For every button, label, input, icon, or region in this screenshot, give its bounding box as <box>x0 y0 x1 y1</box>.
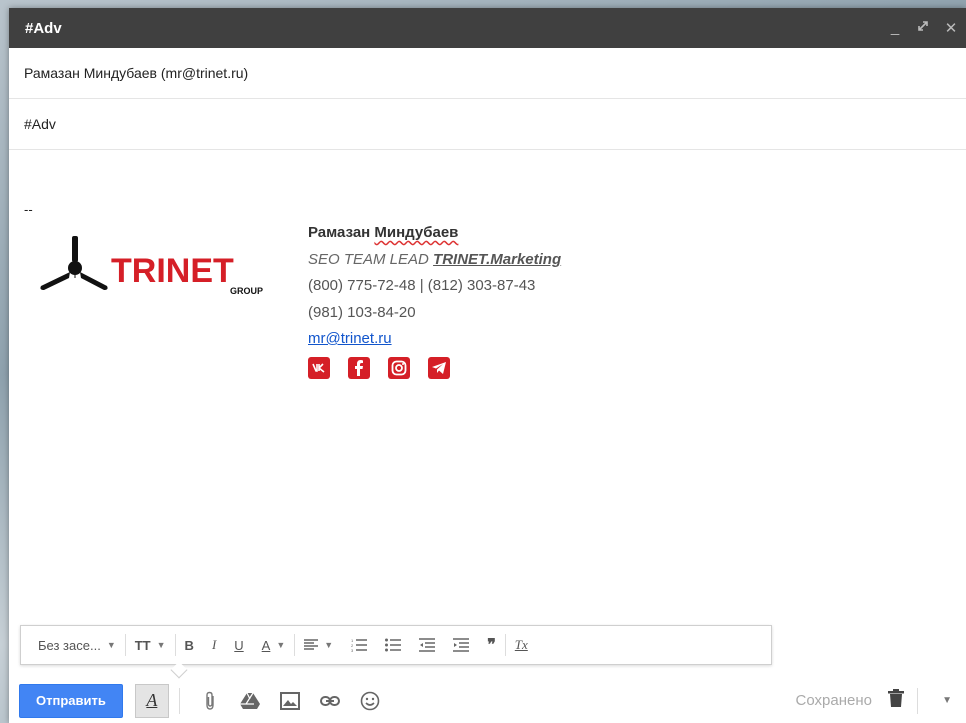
more-options-chevron-icon[interactable]: ▼ <box>942 695 952 706</box>
chevron-down-icon: ▼ <box>324 640 334 650</box>
signature-separator: -- <box>24 202 33 217</box>
numbered-list-icon: 123 <box>351 638 368 652</box>
to-recipient: Рамазан Миндубаев (mr@trinet.ru) <box>24 65 249 81</box>
signature-phone-2: (981) 103-84-20 <box>308 303 416 321</box>
minimize-icon[interactable]: _ <box>888 19 902 37</box>
bold-button[interactable]: B <box>176 633 203 657</box>
trinet-logo: TRINET GROUP <box>39 234 279 300</box>
signature-last-name: Миндубаев <box>374 224 459 241</box>
drive-icon <box>239 692 260 709</box>
paperclip-icon <box>206 691 214 710</box>
svg-text:3: 3 <box>351 648 354 652</box>
telegram-icon[interactable] <box>428 356 450 379</box>
signature-first-name: Рамазан <box>308 224 371 241</box>
bulleted-list-button[interactable] <box>376 633 410 657</box>
font-size-select[interactable]: TT ▼ <box>126 633 175 657</box>
bulleted-list-icon <box>385 638 402 652</box>
quote-button[interactable]: ❞ <box>478 633 505 657</box>
social-links <box>308 356 561 379</box>
signature-block: Рамазан Миндубаев SEO TEAM LEAD TRINET.M… <box>308 220 561 379</box>
chevron-down-icon: ▼ <box>156 640 166 650</box>
attach-file-button[interactable] <box>190 684 230 718</box>
italic-button[interactable]: I <box>203 633 225 657</box>
insert-link-button[interactable] <box>310 684 350 718</box>
font-family-select[interactable]: Без засе... ▼ <box>29 633 125 657</box>
indent-less-button[interactable] <box>410 633 444 657</box>
subject-field[interactable]: #Adv <box>9 99 966 150</box>
insert-drive-button[interactable] <box>230 684 270 718</box>
to-field[interactable]: Рамазан Миндубаев (mr@trinet.ru) <box>9 48 966 99</box>
expand-icon[interactable] <box>916 19 930 37</box>
text-color-button[interactable]: A ▼ <box>253 633 295 657</box>
underline-button[interactable]: U <box>225 633 252 657</box>
instagram-icon[interactable] <box>388 356 410 379</box>
clear-formatting-button[interactable]: Tx <box>506 633 537 657</box>
align-button[interactable]: ▼ <box>295 633 342 657</box>
toolbar-divider <box>178 687 180 714</box>
compose-title: #Adv <box>25 19 62 37</box>
signature-role-title: SEO TEAM LEAD <box>308 250 434 268</box>
toolbar-divider <box>917 687 918 714</box>
window-controls: _ ✕ <box>888 19 958 37</box>
smiley-icon <box>360 691 380 710</box>
font-family-value: Без засе... <box>38 637 101 653</box>
compose-window: #Adv _ ✕ Рамазан Миндубаев (mr@trinet.ru… <box>9 8 966 723</box>
signature-brand-link[interactable]: TRINET.Marketing <box>433 251 561 268</box>
signature-phones: (800) 775-72-48 | (812) 303-87-43 <box>308 277 536 294</box>
message-body[interactable]: -- TRINET GROUP Рамазан Миндубаев SEO TE… <box>9 150 966 620</box>
send-button[interactable]: Отправить <box>19 683 123 718</box>
link-icon <box>319 695 340 706</box>
signature-email-link[interactable]: mr@trinet.ru <box>308 330 392 347</box>
vk-icon[interactable] <box>308 356 330 379</box>
numbered-list-button[interactable]: 123 <box>342 633 376 657</box>
photo-icon <box>279 691 300 710</box>
text-color-icon: A <box>261 637 271 653</box>
close-icon[interactable]: ✕ <box>944 19 958 37</box>
indent-more-icon <box>453 638 470 652</box>
signature-name: Рамазан Миндубаев <box>308 220 561 247</box>
chevron-down-icon: ▼ <box>106 640 116 650</box>
signature-role: SEO TEAM LEAD TRINET.Marketing <box>308 247 561 274</box>
indent-less-icon <box>419 638 436 652</box>
chevron-down-icon: ▼ <box>276 640 286 650</box>
formatting-options-button[interactable]: A <box>134 683 169 718</box>
formatting-toolbar: Без засе... ▼ TT ▼ B I U A ▼ ▼ 123 ❞ Tx <box>20 625 772 665</box>
insert-photo-button[interactable] <box>270 684 310 718</box>
compose-bottom-bar: Отправить A Сохранено ▼ <box>9 678 966 723</box>
subject-text: #Adv <box>24 116 56 132</box>
align-left-icon <box>304 639 319 650</box>
facebook-icon[interactable] <box>348 356 370 379</box>
saved-status: Сохранено <box>795 692 872 709</box>
discard-draft-button[interactable] <box>888 689 904 712</box>
quote-icon: ❞ <box>487 637 496 654</box>
trash-icon <box>888 689 904 707</box>
text-size-icon: TT <box>134 637 151 653</box>
insert-emoji-button[interactable] <box>350 684 390 718</box>
logo-subtext: GROUP <box>230 286 263 296</box>
indent-more-button[interactable] <box>444 633 478 657</box>
logo-wordmark: TRINET <box>111 252 234 290</box>
compose-titlebar[interactable]: #Adv _ ✕ <box>9 8 966 48</box>
